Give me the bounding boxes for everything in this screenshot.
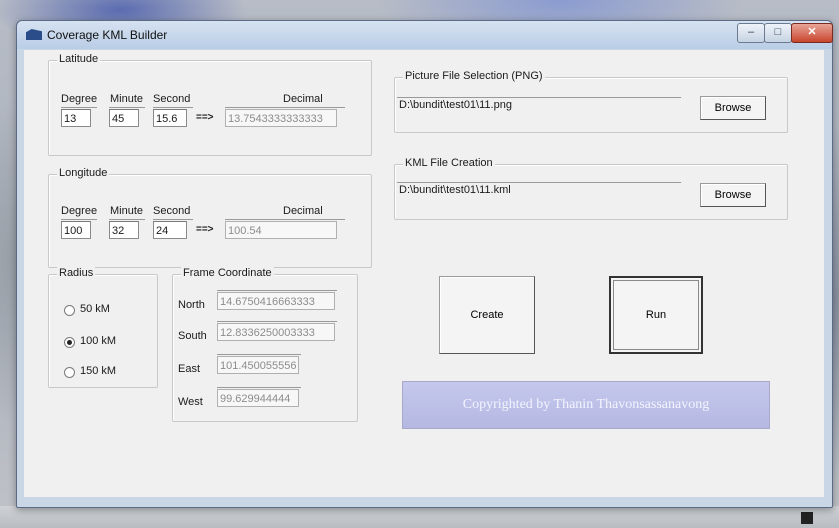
frame-south-field — [217, 323, 335, 341]
radius-group: Radius 50 kM 100 kM 150 kM — [48, 267, 158, 388]
tray-icon — [801, 512, 813, 524]
latitude-second-input[interactable] — [153, 109, 187, 127]
latitude-second-label: Second — [153, 93, 191, 105]
longitude-arrow: ==> — [196, 224, 214, 235]
picture-file-legend: Picture File Selection (PNG) — [403, 70, 545, 82]
frame-west-field — [217, 389, 299, 407]
kml-file-group: KML File Creation D:\bundit\test01\11.km… — [394, 157, 788, 220]
radius-100-label[interactable]: 100 kM — [80, 335, 116, 347]
copyright-banner: Copyrighted by Thanin Thavonsassanavong — [402, 381, 770, 429]
kml-path-field[interactable]: D:\bundit\test01\11.kml — [397, 184, 679, 202]
latitude-minute-label: Minute — [110, 93, 144, 105]
title-bar[interactable]: Coverage KML Builder – □ ✕ — [17, 21, 833, 49]
longitude-decimal-label: Decimal — [283, 205, 323, 217]
latitude-group: Latitude Degree Minute Second Decimal ==… — [48, 53, 372, 156]
frame-south-label: South — [178, 330, 207, 342]
longitude-degree-input[interactable] — [61, 221, 91, 239]
longitude-second-input[interactable] — [153, 221, 187, 239]
frame-west-label: West — [178, 396, 203, 408]
longitude-decimal-field — [225, 221, 337, 239]
latitude-decimal-label: Decimal — [283, 93, 323, 105]
radius-150-label[interactable]: 150 kM — [80, 365, 116, 377]
picture-path-field[interactable]: D:\bundit\test01\11.png — [397, 99, 679, 117]
radius-50-label[interactable]: 50 kM — [80, 303, 110, 315]
frame-east-label: East — [178, 363, 201, 375]
longitude-second-label: Second — [153, 205, 191, 217]
frame-east-field — [217, 356, 299, 374]
kml-file-legend: KML File Creation — [403, 157, 495, 169]
radius-50-radio[interactable] — [64, 305, 75, 316]
window-title: Coverage KML Builder — [47, 28, 168, 42]
frame-north-field — [217, 292, 335, 310]
latitude-degree-label: Degree — [61, 93, 98, 105]
longitude-minute-input[interactable] — [109, 221, 139, 239]
run-button[interactable]: Run — [609, 276, 703, 354]
minimize-button[interactable]: – — [737, 23, 765, 43]
create-button[interactable]: Create — [439, 276, 535, 354]
radius-150-radio[interactable] — [64, 367, 75, 378]
latitude-decimal-field — [225, 109, 337, 127]
latitude-legend: Latitude — [57, 53, 101, 65]
longitude-group: Longitude Degree Minute Second Decimal =… — [48, 167, 372, 268]
latitude-minute-input[interactable] — [109, 109, 139, 127]
radius-legend: Radius — [57, 267, 96, 279]
latitude-arrow: ==> — [196, 112, 214, 123]
frame-north-label: North — [178, 299, 205, 311]
picture-browse-button[interactable]: Browse — [700, 96, 766, 120]
longitude-degree-label: Degree — [61, 205, 98, 217]
client-area: Latitude Degree Minute Second Decimal ==… — [24, 50, 824, 497]
frame-coordinate-group: Frame Coordinate North South East West — [172, 267, 358, 422]
maximize-button[interactable]: □ — [764, 23, 792, 43]
radius-100-radio[interactable] — [64, 337, 75, 348]
frame-coordinate-legend: Frame Coordinate — [181, 267, 274, 279]
app-icon — [26, 29, 42, 40]
latitude-degree-input[interactable] — [61, 109, 91, 127]
taskbar-strip — [0, 506, 839, 528]
kml-browse-button[interactable]: Browse — [700, 183, 766, 207]
app-window: Coverage KML Builder – □ ✕ Latitude Degr… — [16, 20, 833, 508]
longitude-legend: Longitude — [57, 167, 110, 179]
longitude-minute-label: Minute — [110, 205, 144, 217]
picture-file-group: Picture File Selection (PNG) D:\bundit\t… — [394, 70, 788, 133]
close-button[interactable]: ✕ — [791, 23, 833, 43]
